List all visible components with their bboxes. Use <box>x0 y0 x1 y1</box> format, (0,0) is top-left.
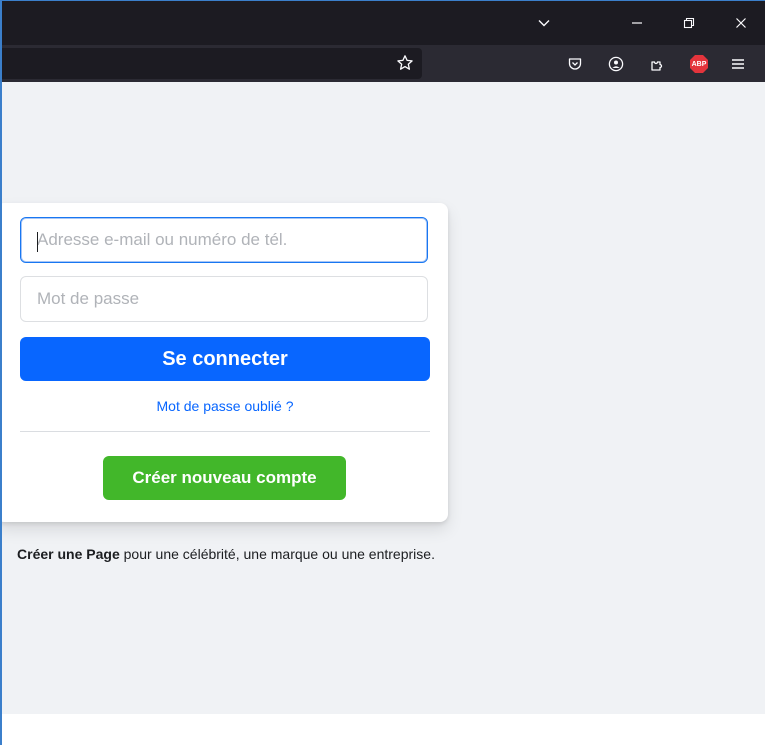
bookmark-star-icon[interactable] <box>392 50 418 76</box>
adblock-label: ABP <box>691 60 707 68</box>
page-content: Se connecter Mot de passe oublié ? Créer… <box>2 82 765 714</box>
restore-icon[interactable] <box>675 9 703 37</box>
adblock-plus-icon[interactable]: ABP <box>686 51 712 77</box>
pocket-icon[interactable] <box>562 51 588 77</box>
browser-window: ABP Se connecter Mot de passe oublié ? C… <box>0 0 765 745</box>
chevron-down-icon[interactable] <box>530 9 558 37</box>
extensions-icon[interactable] <box>645 51 671 77</box>
login-button[interactable]: Se connecter <box>20 337 430 381</box>
create-page-text: pour une célébrité, une marque ou une en… <box>119 546 435 562</box>
create-page-link[interactable]: Créer une Page <box>17 546 120 562</box>
address-bar[interactable] <box>2 48 422 79</box>
password-input[interactable] <box>20 276 428 322</box>
menu-icon[interactable] <box>725 51 751 77</box>
account-icon[interactable] <box>603 51 629 77</box>
title-bar <box>2 1 765 45</box>
minimize-icon[interactable] <box>623 9 651 37</box>
browser-toolbar: ABP <box>2 45 765 82</box>
close-icon[interactable] <box>727 9 755 37</box>
forgot-password-link[interactable]: Mot de passe oublié ? <box>20 398 430 414</box>
login-card: Se connecter Mot de passe oublié ? Créer… <box>2 203 448 522</box>
bottom-strip <box>2 714 765 745</box>
divider <box>20 431 430 432</box>
email-input[interactable] <box>20 217 428 263</box>
create-account-button[interactable]: Créer nouveau compte <box>103 456 346 500</box>
text-caret <box>37 232 38 252</box>
create-page-note: Créer une Page pour une célébrité, une m… <box>12 545 440 563</box>
